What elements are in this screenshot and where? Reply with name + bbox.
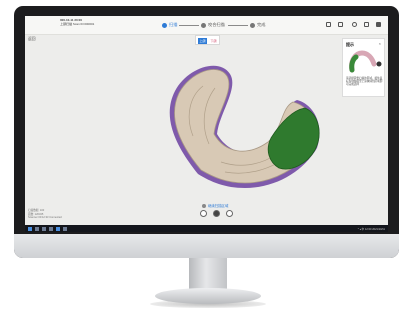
monitor-stand-base [155,288,261,304]
close-icon[interactable]: × [379,41,381,46]
hint-panel-text: 请选择需要扫描的区域，按住鼠标左键在模型上涂抹绿色区域即可完成选择 [346,77,383,87]
jaw-thumbnail [349,50,382,73]
taskbar-app-icon[interactable] [42,226,46,231]
system-tray: ^ ◂ 中 12:00 2021/10/11 [357,227,385,231]
stat-line: Scanner 00:12:33 Connected [28,216,62,219]
taskbar-app-icon[interactable] [35,226,39,231]
monitor-chin [14,234,399,258]
taskbar-app-icon[interactable] [63,226,67,231]
dental-3d-model[interactable] [25,16,388,232]
taskbar-app-icon[interactable] [49,226,53,231]
undo-icon[interactable] [200,210,207,217]
os-taskbar: ^ ◂ 中 12:00 2021/10/11 [25,225,388,232]
start-icon[interactable] [28,226,32,231]
selected-region [267,107,320,170]
hint-panel: 提示 × 请选择需要扫描的区域，按住鼠标左键在模型上涂抹绿色区域即可完成选择 [342,38,385,97]
taskbar-app-icon[interactable] [56,226,60,231]
scan-controls [200,210,233,217]
app-screen: 000-10-11 20:00 上颌扫描 Scan ID:000001 扫描 咬… [25,16,388,232]
next-icon[interactable] [226,210,233,217]
hint-label: 继续扫描区域 [208,204,229,208]
hint-panel-title: 提示 [346,42,354,47]
record-icon[interactable] [213,210,220,217]
continue-scan-hint[interactable]: 继续扫描区域 [202,203,229,209]
hand-icon [202,204,206,209]
monitor-stand-neck [189,258,227,292]
